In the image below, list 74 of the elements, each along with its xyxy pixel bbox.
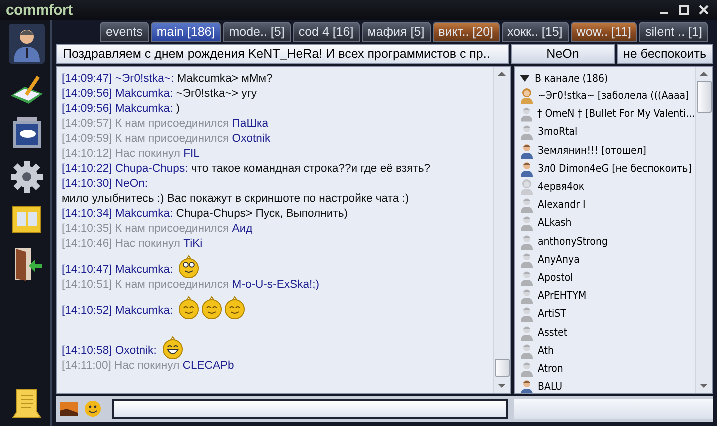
channel-tab[interactable]: silent .. [1] [639,22,708,42]
user-list-item[interactable]: Apostol [520,268,695,288]
smiley-icon [178,255,200,279]
folder-icon[interactable] [10,204,44,236]
settings-icon[interactable] [10,160,44,194]
channel-group-label: В канале (186) [535,72,608,84]
user-list-item[interactable]: † OmeN † [Bullet For My Valenti... [520,105,695,124]
scroll-up-icon[interactable] [700,71,708,77]
chat-message: [14:09:56] Makcumka: ) [62,102,182,117]
app-logo: commfort [6,2,73,18]
user-list-item[interactable]: BALU [520,378,695,393]
channel-tab[interactable]: хокк.. [15] [502,22,569,42]
notepad-pencil-icon[interactable] [9,74,45,106]
user-list-item[interactable]: APrEHTYM [520,287,695,306]
user-list-item[interactable]: Atron [520,360,695,378]
message-sender: [14:10:58] Oxotnik: [62,344,157,358]
user-list-item[interactable]: Alexandr I [520,196,695,214]
maximize-icon[interactable] [679,5,689,15]
note-icon[interactable] [11,388,43,420]
chat-message: [14:10:34] Makcumka: Chupa-Chups> Пуск, Выполнить) [62,207,350,222]
event-message: [14:11:00] Нас покинул CLECAPb [62,359,236,374]
user-list-item[interactable]: ~Эг0!stka~ [заболела (((Аааа] [520,87,695,106]
event-message: [14:09:57] К нам присоединился ПаШка [62,117,270,132]
event-message: [14:09:59] К нам присоединился Oxotnik [62,132,272,147]
scrollbar[interactable] [695,67,712,393]
scroll-up-icon[interactable] [498,71,506,77]
user-list-item[interactable]: 4ервя4ок [520,178,695,196]
channel-topic: Поздравляем с днем рождения KeNT_HeRa! И всех программистов с пр.. [56,44,509,64]
expand-triangle-icon[interactable] [520,74,530,82]
user-list-item[interactable]: anthonyStrong [520,232,695,251]
smiley-icon [201,296,224,320]
message-input-field[interactable] [112,399,508,419]
chat-message-header: [14:10:30] NeOn: [62,177,150,192]
status-button[interactable]: не беспокоить [617,44,713,64]
user-list-item[interactable]: ALkash [520,214,695,232]
chat-message: [14:09:47] ~Эг0!stka~: Makcumka> мМм? [62,72,274,87]
user-list-item[interactable]: Землянин!!! [отошел] [520,142,695,160]
user-search-field[interactable] [514,399,713,419]
close-icon[interactable] [699,5,709,15]
scroll-down-icon[interactable] [498,383,506,389]
event-message: [14:10:35] К нам присоединился Аид [62,222,254,237]
scrollbar-thumb[interactable] [494,359,510,377]
image-icon[interactable] [60,402,78,416]
scrollbar[interactable] [493,67,510,393]
user-list-item[interactable]: 3moRtal [520,123,695,142]
nickname-button[interactable]: NeOn [511,44,615,64]
channel-group[interactable]: В канале (186) [520,70,695,87]
smiley-icon[interactable] [84,400,102,418]
chat-message: [14:09:56] Makcumka: ~Эг0!stka~> угу [62,87,258,102]
event-message: [14:10:51] К нам присоединился M-o-U-s-ExSka!;) [62,278,321,293]
channel-tab[interactable]: mode.. [5] [223,22,291,42]
channel-tab[interactable]: events [100,22,149,42]
event-message: [14:10:12] Нас покинул FIL [62,147,201,162]
scroll-down-icon[interactable] [700,383,708,389]
channel-tab[interactable]: cod 4 [16] [292,22,360,42]
chat-message: [14:10:22] Chupa-Chups: что такое командная строка??и где её взять? [62,162,432,177]
message-sender: [14:10:47] Makcumka: [62,262,174,278]
user-list-item[interactable]: AnyAnya [520,250,695,269]
channel-tab[interactable]: мафия [5] [362,22,431,42]
channel-tab[interactable]: wow.. [11] [570,22,638,42]
user-list-item[interactable]: 3л0 Dimon4eG [не беспокоить] [520,160,695,178]
smiley-icon [224,296,246,320]
event-message: [14:10:46] Нас покинул TiKi [62,237,204,252]
message-sender: [14:10:52] Makcumka: [62,304,174,318]
user-list-item[interactable]: Asstet [520,323,695,342]
channel-tab[interactable]: main [186] [150,22,222,42]
user-list-item[interactable]: Ath [520,342,695,360]
smiley-icon [162,336,184,360]
user-list-item[interactable]: ArtiST [520,305,695,324]
chat-message-text: мило улыбнитесь :) Вас покажут в скриншоте по настройке чата :) [62,192,410,207]
scrollbar-thumb[interactable] [696,81,712,113]
smiley-icon [178,296,200,320]
channel-tab[interactable]: викт.. [20] [432,22,500,42]
user-icon[interactable] [9,24,45,64]
